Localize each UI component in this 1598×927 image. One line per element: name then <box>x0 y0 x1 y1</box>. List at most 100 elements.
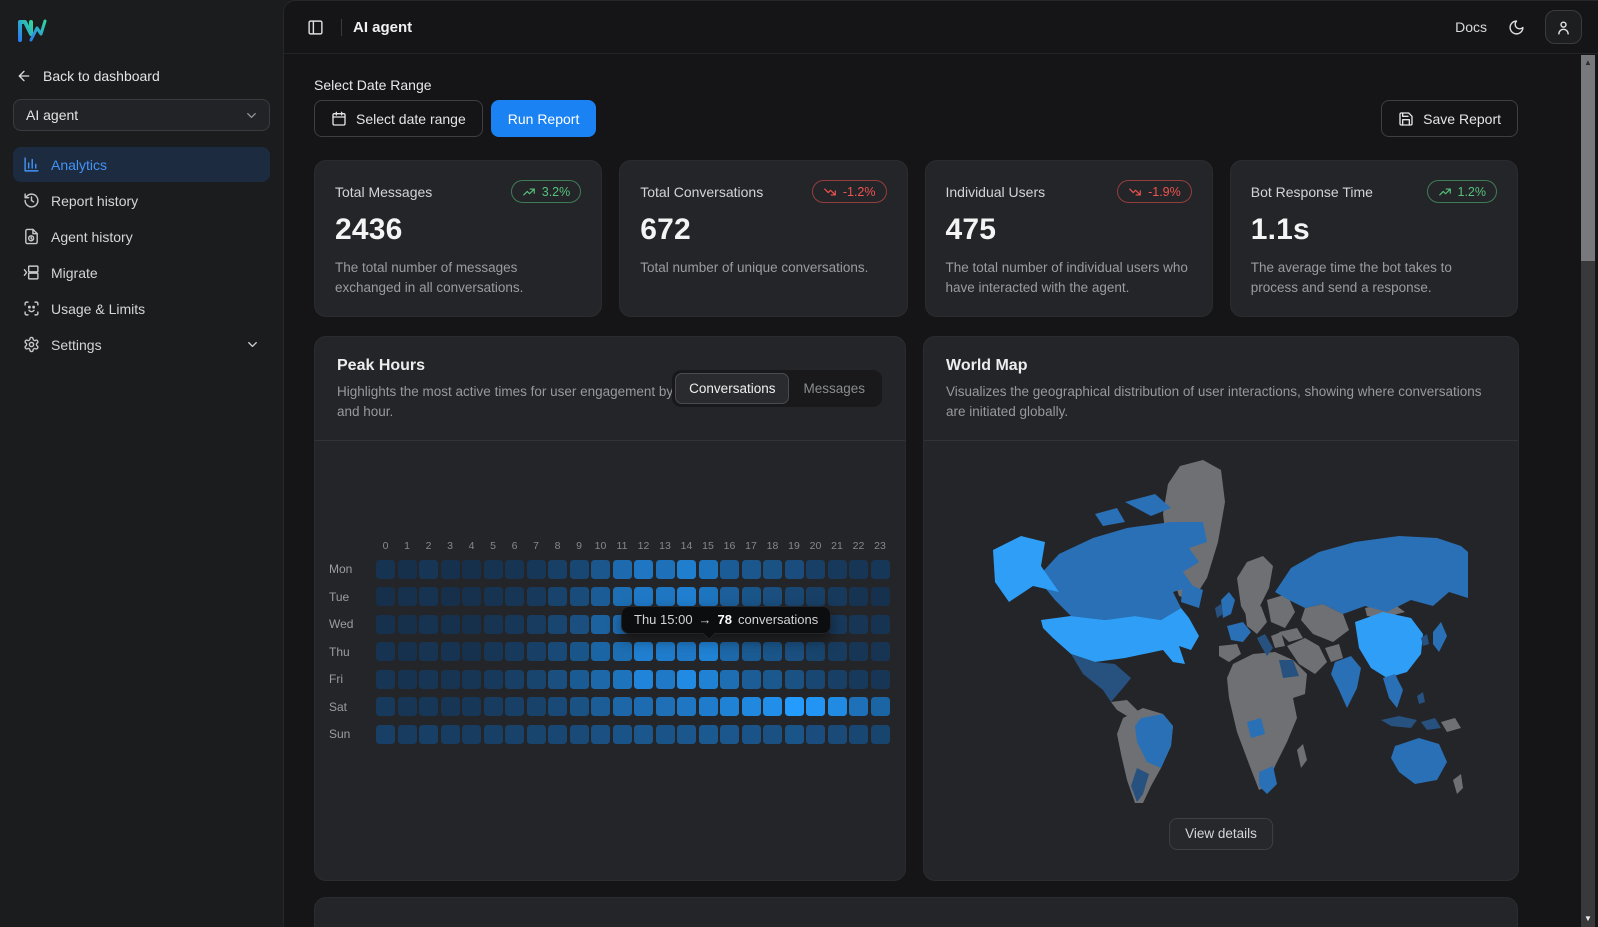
heatmap-cell-fri-19[interactable] <box>784 669 804 689</box>
heatmap-cell-fri-20[interactable] <box>806 669 825 689</box>
world-map-chart[interactable]: View details <box>924 441 1518 872</box>
heatmap-cell-wed-7[interactable] <box>526 614 546 634</box>
scrollbar[interactable]: ▲ ▼ <box>1581 55 1595 927</box>
heatmap-cell-tue-3[interactable] <box>440 587 460 607</box>
heatmap-cell-sun-0[interactable] <box>376 724 395 744</box>
heatmap-cell-fri-4[interactable] <box>462 669 481 689</box>
heatmap-cell-tue-23[interactable] <box>870 587 890 607</box>
heatmap-cell-mon-17[interactable] <box>741 559 761 579</box>
heatmap-cell-fri-14[interactable] <box>677 669 696 689</box>
heatmap-cell-thu-19[interactable] <box>784 642 804 662</box>
heatmap-cell-tue-22[interactable] <box>849 587 868 607</box>
heatmap-cell-fri-17[interactable] <box>741 669 761 689</box>
heatmap-cell-fri-18[interactable] <box>763 669 782 689</box>
heatmap-cell-thu-15[interactable] <box>698 642 718 662</box>
heatmap-cell-sun-14[interactable] <box>677 724 696 744</box>
heatmap-cell-mon-15[interactable] <box>698 559 718 579</box>
heatmap-cell-sat-12[interactable] <box>634 697 653 717</box>
sidebar-item-agent-history[interactable]: Agent history <box>13 219 270 254</box>
heatmap-cell-fri-23[interactable] <box>870 669 890 689</box>
docs-link[interactable]: Docs <box>1455 19 1487 35</box>
heatmap-cell-fri-8[interactable] <box>548 669 567 689</box>
heatmap-cell-wed-4[interactable] <box>462 614 481 634</box>
heatmap-cell-wed-9[interactable] <box>569 614 589 634</box>
heatmap-cell-sat-0[interactable] <box>376 697 395 717</box>
heatmap-cell-sat-6[interactable] <box>505 697 524 717</box>
heatmap-cell-tue-21[interactable] <box>827 587 847 607</box>
heatmap-cell-sun-6[interactable] <box>505 724 524 744</box>
heatmap-cell-tue-11[interactable] <box>612 587 632 607</box>
heatmap-cell-thu-10[interactable] <box>591 642 610 662</box>
run-report-button[interactable]: Run Report <box>490 100 597 137</box>
heatmap-cell-mon-4[interactable] <box>462 559 481 579</box>
heatmap-cell-thu-9[interactable] <box>569 642 589 662</box>
heatmap-cell-mon-10[interactable] <box>591 559 610 579</box>
heatmap-cell-wed-22[interactable] <box>849 614 868 634</box>
heatmap-cell-mon-11[interactable] <box>612 559 632 579</box>
heatmap-cell-thu-18[interactable] <box>763 642 782 662</box>
heatmap-cell-sat-18[interactable] <box>763 697 782 717</box>
heatmap-cell-sun-23[interactable] <box>870 724 890 744</box>
heatmap-cell-thu-7[interactable] <box>526 642 546 662</box>
sidebar-item-usage-limits[interactable]: Usage & Limits <box>13 291 270 326</box>
heatmap-cell-tue-4[interactable] <box>462 587 481 607</box>
heatmap-cell-sun-2[interactable] <box>419 724 438 744</box>
heatmap-cell-wed-3[interactable] <box>440 614 460 634</box>
heatmap-cell-thu-5[interactable] <box>483 642 503 662</box>
heatmap-cell-thu-12[interactable] <box>634 642 653 662</box>
heatmap-cell-thu-20[interactable] <box>806 642 825 662</box>
heatmap-cell-thu-3[interactable] <box>440 642 460 662</box>
heatmap-cell-thu-17[interactable] <box>741 642 761 662</box>
heatmap-cell-fri-6[interactable] <box>505 669 524 689</box>
heatmap-cell-wed-6[interactable] <box>505 614 524 634</box>
heatmap-cell-sat-5[interactable] <box>483 697 503 717</box>
heatmap-cell-wed-10[interactable] <box>591 614 610 634</box>
heatmap-cell-sat-20[interactable] <box>806 697 825 717</box>
heatmap-cell-tue-6[interactable] <box>505 587 524 607</box>
heatmap-cell-sun-9[interactable] <box>569 724 589 744</box>
heatmap-cell-thu-11[interactable] <box>612 642 632 662</box>
heatmap-cell-sat-17[interactable] <box>741 697 761 717</box>
scrollbar-down-arrow[interactable]: ▼ <box>1581 914 1595 923</box>
heatmap-cell-mon-14[interactable] <box>677 559 696 579</box>
heatmap-cell-mon-22[interactable] <box>849 559 868 579</box>
heatmap-cell-sat-9[interactable] <box>569 697 589 717</box>
heatmap-cell-fri-1[interactable] <box>397 669 417 689</box>
heatmap-cell-fri-16[interactable] <box>720 669 739 689</box>
heatmap-cell-tue-5[interactable] <box>483 587 503 607</box>
heatmap-cell-sat-16[interactable] <box>720 697 739 717</box>
heatmap-cell-tue-15[interactable] <box>698 587 718 607</box>
sidebar-item-migrate[interactable]: Migrate <box>13 255 270 290</box>
heatmap-cell-tue-14[interactable] <box>677 587 696 607</box>
heatmap-cell-sun-11[interactable] <box>612 724 632 744</box>
heatmap-cell-tue-0[interactable] <box>376 587 395 607</box>
select-date-range-button[interactable]: Select date range <box>314 100 483 137</box>
heatmap-cell-mon-20[interactable] <box>806 559 825 579</box>
heatmap-cell-sun-7[interactable] <box>526 724 546 744</box>
heatmap-cell-fri-3[interactable] <box>440 669 460 689</box>
heatmap-cell-fri-9[interactable] <box>569 669 589 689</box>
heatmap-cell-fri-11[interactable] <box>612 669 632 689</box>
heatmap-cell-wed-2[interactable] <box>419 614 438 634</box>
heatmap-cell-sun-17[interactable] <box>741 724 761 744</box>
save-report-button[interactable]: Save Report <box>1381 100 1518 137</box>
heatmap-cell-sun-13[interactable] <box>655 724 675 744</box>
heatmap-cell-fri-22[interactable] <box>849 669 868 689</box>
user-menu-button[interactable] <box>1545 10 1582 44</box>
heatmap-cell-thu-6[interactable] <box>505 642 524 662</box>
heatmap-cell-sat-21[interactable] <box>827 697 847 717</box>
heatmap-cell-sat-2[interactable] <box>419 697 438 717</box>
heatmap-cell-sun-4[interactable] <box>462 724 481 744</box>
heatmap-cell-mon-19[interactable] <box>784 559 804 579</box>
heatmap-cell-sat-13[interactable] <box>655 697 675 717</box>
heatmap-cell-sun-15[interactable] <box>698 724 718 744</box>
back-to-dashboard-link[interactable]: Back to dashboard <box>13 62 270 90</box>
heatmap-cell-sun-10[interactable] <box>591 724 610 744</box>
heatmap-cell-tue-8[interactable] <box>548 587 567 607</box>
heatmap-cell-fri-12[interactable] <box>634 669 653 689</box>
heatmap-cell-thu-16[interactable] <box>720 642 739 662</box>
toggle-messages[interactable]: Messages <box>789 373 879 404</box>
heatmap-cell-thu-1[interactable] <box>397 642 417 662</box>
heatmap-cell-fri-15[interactable] <box>698 669 718 689</box>
heatmap-cell-wed-23[interactable] <box>870 614 890 634</box>
